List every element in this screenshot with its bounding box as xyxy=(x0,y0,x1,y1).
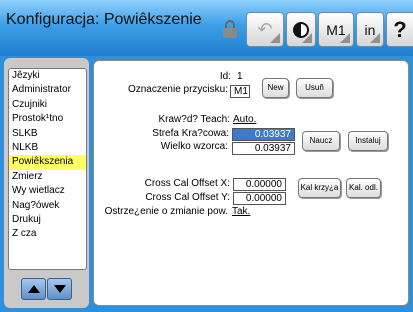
button-label-label: Oznaczenie przycisku: xyxy=(127,84,228,95)
change-warning-value[interactable]: Tak. xyxy=(232,206,250,217)
menu-item-squareness[interactable]: Prostok¹tno xyxy=(9,112,86,126)
teach-button[interactable]: Naucz xyxy=(302,131,340,151)
arrow-down-icon xyxy=(53,285,66,293)
button-label-field[interactable]: M1 xyxy=(230,85,250,98)
edge-teach-label: Kraw?d? Teach: xyxy=(158,114,230,125)
new-button[interactable]: New xyxy=(262,78,289,98)
template-size-field[interactable]: 0.03937 xyxy=(232,142,295,155)
delete-button[interactable]: Usuñ xyxy=(296,78,333,98)
setup-menu: Jêzyki Administrator Czujniki Prostok¹tn… xyxy=(8,68,87,270)
scroll-up-button[interactable] xyxy=(21,278,46,300)
template-size-label: Wielko wzorca: xyxy=(160,141,228,152)
offset-x-field[interactable]: 0.00000 xyxy=(233,178,286,191)
menu-item-sensors[interactable]: Czujniki xyxy=(9,98,86,112)
menu-item-display[interactable]: Wy wietlacz xyxy=(9,184,86,198)
menu-item-administrator[interactable]: Administrator xyxy=(9,83,86,97)
offset-x-label: Cross Cal Offset X: xyxy=(144,178,230,189)
edge-zone-field[interactable]: 0.03937 xyxy=(232,128,295,141)
undo-icon: ↶ xyxy=(257,19,273,39)
menu-item-header[interactable]: Nag?ówek xyxy=(9,199,86,213)
menu-item-languages[interactable]: Jêzyki xyxy=(9,69,86,83)
calibrate-read-button[interactable]: Kal. odl. xyxy=(346,178,381,198)
sidebar: Jêzyki Administrator Czujniki Prostok¹tn… xyxy=(4,58,89,308)
contrast-button[interactable] xyxy=(286,12,316,47)
menu-item-slkb[interactable]: SLKB xyxy=(9,127,86,141)
lock-icon xyxy=(223,20,237,38)
menu-item-measure[interactable]: Zmierz xyxy=(9,170,86,184)
menu-item-print[interactable]: Drukuj xyxy=(9,213,86,227)
offset-y-label: Cross Cal Offset Y: xyxy=(145,192,230,203)
scroll-down-button[interactable] xyxy=(47,278,72,300)
title-bar: Konfiguracja: Powiêkszenie ↶ M1 in ? xyxy=(0,0,413,56)
settings-panel: Id: 1 Oznaczenie przycisku: M1 New Usuñ … xyxy=(93,60,409,306)
edge-teach-value[interactable]: Auto. xyxy=(233,114,256,125)
edge-zone-label: Strefa Kra?cowa: xyxy=(152,128,229,139)
calibrate-cross-button[interactable]: Kal krzy¿a xyxy=(298,178,341,198)
undo-button[interactable]: ↶ xyxy=(246,12,284,47)
contrast-icon xyxy=(293,21,309,38)
menu-item-magnifications[interactable]: Powiêkszenia xyxy=(9,155,86,170)
id-value: 1 xyxy=(237,71,243,82)
arrow-up-icon xyxy=(27,285,40,293)
install-button[interactable]: Instaluj xyxy=(348,131,388,151)
page-title: Konfiguracja: Powiêkszenie xyxy=(6,11,202,28)
zoom-m1-button[interactable]: M1 xyxy=(318,12,354,47)
id-label: Id: xyxy=(219,71,231,82)
menu-item-nlkb[interactable]: NLKB xyxy=(9,141,86,155)
offset-y-field[interactable]: 0.00000 xyxy=(233,192,286,205)
units-button[interactable]: in xyxy=(356,12,384,47)
change-warning-label: Ostrze¿enie o zmianie pow. xyxy=(104,206,228,217)
help-button[interactable]: ? xyxy=(386,12,413,47)
menu-item-connections[interactable]: Z cza xyxy=(9,227,86,241)
